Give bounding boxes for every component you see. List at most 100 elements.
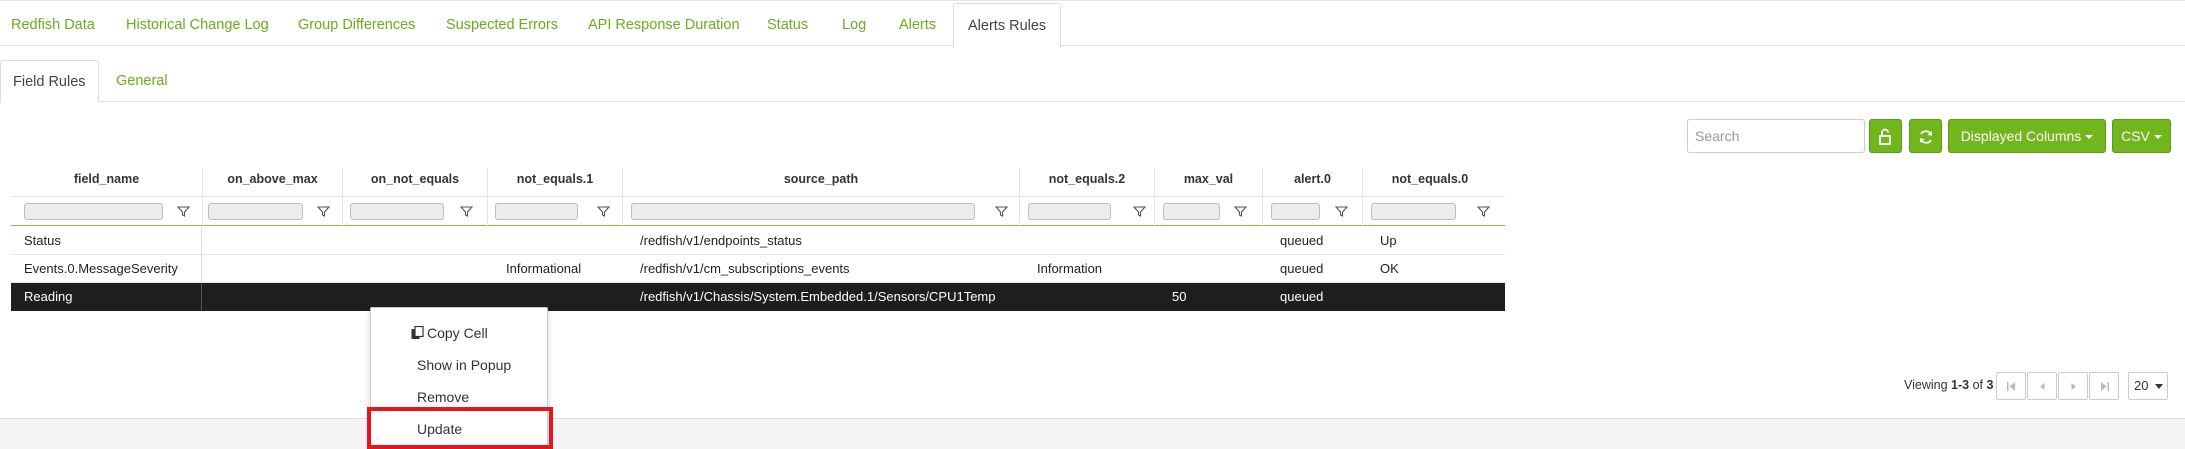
tab-field-rules[interactable]: Field Rules bbox=[0, 60, 99, 103]
filter-cell bbox=[11, 197, 202, 226]
funnel-icon[interactable] bbox=[317, 205, 330, 218]
column-header-not-equals-2[interactable]: not_equals.2 bbox=[1019, 168, 1154, 196]
pager-prefix: Viewing bbox=[1904, 378, 1952, 392]
column-header-not-equals-0[interactable]: not_equals.0 bbox=[1362, 168, 1497, 196]
funnel-icon[interactable] bbox=[460, 205, 473, 218]
menu-item-copy-cell[interactable]: Copy Cell bbox=[371, 317, 547, 349]
pager-status: Viewing 1-3 of 3 bbox=[1904, 378, 1993, 392]
unlock-button[interactable] bbox=[1869, 119, 1902, 153]
refresh-button[interactable] bbox=[1909, 119, 1942, 153]
funnel-icon[interactable] bbox=[177, 205, 190, 218]
funnel-icon[interactable] bbox=[1335, 205, 1348, 218]
tab-api-response-duration[interactable]: API Response Duration bbox=[588, 3, 740, 47]
tab-alerts-rules[interactable]: Alerts Rules bbox=[953, 3, 1062, 48]
last-page-icon bbox=[2101, 382, 2109, 391]
filter-input[interactable] bbox=[208, 203, 303, 220]
table-row-selected[interactable]: Reading /redfish/v1/Chassis/System.Embed… bbox=[11, 283, 1505, 311]
table-row[interactable]: Status /redfish/v1/endpoints_status queu… bbox=[11, 227, 1505, 255]
highlight-box bbox=[367, 407, 553, 449]
filter-cell bbox=[1154, 197, 1262, 226]
tab-log[interactable]: Log bbox=[842, 3, 866, 47]
filter-input[interactable] bbox=[1028, 203, 1111, 220]
filter-input[interactable] bbox=[631, 203, 975, 220]
cell-field-name[interactable]: Status bbox=[24, 227, 61, 255]
menu-item-show-in-popup[interactable]: Show in Popup bbox=[371, 349, 547, 381]
funnel-icon[interactable] bbox=[1477, 205, 1490, 218]
cell-alert-0[interactable]: queued bbox=[1280, 255, 1323, 283]
tab-redfish-data[interactable]: Redfish Data bbox=[11, 3, 95, 47]
csv-label: CSV bbox=[2121, 128, 2150, 144]
filter-input[interactable] bbox=[350, 203, 444, 220]
page-size-value: 20 bbox=[2134, 378, 2149, 393]
filter-cell bbox=[622, 197, 1019, 226]
column-header-max-val[interactable]: max_val bbox=[1154, 168, 1262, 196]
column-header-on-not-equals[interactable]: on_not_equals bbox=[342, 168, 487, 196]
funnel-icon[interactable] bbox=[1133, 205, 1146, 218]
column-header-alert-0[interactable]: alert.0 bbox=[1262, 168, 1362, 196]
filter-cell bbox=[487, 197, 622, 226]
cell-max-val[interactable]: 50 bbox=[1172, 283, 1186, 311]
displayed-columns-button[interactable]: Displayed Columns bbox=[1948, 119, 2106, 153]
tab-group-differences[interactable]: Group Differences bbox=[298, 3, 415, 47]
search-input[interactable] bbox=[1687, 119, 1865, 153]
cell-source-path[interactable]: /redfish/v1/Chassis/System.Embedded.1/Se… bbox=[640, 283, 996, 311]
csv-button[interactable]: CSV bbox=[2112, 119, 2171, 153]
pager-range: 1-3 bbox=[1951, 378, 1970, 392]
chevron-right-icon bbox=[2071, 383, 2076, 390]
filter-input[interactable] bbox=[1163, 203, 1220, 220]
chevron-down-icon bbox=[2153, 135, 2162, 140]
menu-item-label: Copy Cell bbox=[427, 325, 488, 341]
pager-total: 3 bbox=[1986, 378, 1994, 392]
unlock-icon bbox=[1878, 128, 1891, 146]
filter-row bbox=[11, 196, 1505, 226]
tab-general[interactable]: General bbox=[116, 60, 168, 102]
column-header-source-path[interactable]: source_path bbox=[622, 168, 1019, 196]
filter-cell bbox=[1019, 197, 1154, 226]
filter-input[interactable] bbox=[1371, 203, 1456, 220]
last-page-button[interactable] bbox=[2089, 372, 2119, 400]
cell-field-name[interactable]: Reading bbox=[24, 283, 72, 311]
filter-cell bbox=[202, 197, 342, 226]
cell-source-path[interactable]: /redfish/v1/cm_subscriptions_events bbox=[640, 255, 850, 283]
column-header-on-above-max[interactable]: on_above_max bbox=[202, 168, 342, 196]
next-page-button[interactable] bbox=[2058, 372, 2088, 400]
column-header-not-equals-1[interactable]: not_equals.1 bbox=[487, 168, 622, 196]
funnel-icon[interactable] bbox=[995, 205, 1008, 218]
tab-status[interactable]: Status bbox=[767, 3, 808, 47]
cell-alert-0[interactable]: queued bbox=[1280, 227, 1323, 255]
refresh-icon bbox=[1919, 130, 1932, 144]
cell-alert-0[interactable]: queued bbox=[1280, 283, 1323, 311]
column-divider bbox=[201, 255, 202, 283]
chevron-down-icon bbox=[2155, 384, 2163, 389]
column-divider bbox=[201, 227, 202, 255]
cell-source-path[interactable]: /redfish/v1/endpoints_status bbox=[640, 227, 802, 255]
funnel-icon[interactable] bbox=[597, 205, 610, 218]
first-page-button[interactable] bbox=[1996, 372, 2026, 400]
panel-footer-area bbox=[0, 418, 2185, 449]
filter-input[interactable] bbox=[495, 203, 578, 220]
sub-tab-bar: Field Rules General bbox=[0, 58, 2185, 103]
filter-cell bbox=[342, 197, 487, 226]
page-size-select[interactable]: 20 bbox=[2128, 372, 2168, 400]
filter-cell bbox=[1262, 197, 1362, 226]
tab-suspected-errors[interactable]: Suspected Errors bbox=[446, 3, 558, 47]
copy-icon bbox=[411, 326, 424, 339]
previous-page-button[interactable] bbox=[2027, 372, 2057, 400]
filter-input[interactable] bbox=[24, 203, 163, 220]
cell-not-equals-2[interactable]: Information bbox=[1037, 255, 1102, 283]
cell-not-equals-0[interactable]: OK bbox=[1380, 255, 1399, 283]
filter-input[interactable] bbox=[1271, 203, 1320, 220]
first-page-icon bbox=[2007, 382, 2015, 391]
cell-not-equals-0[interactable]: Up bbox=[1380, 227, 1397, 255]
column-header-field-name[interactable]: field_name bbox=[11, 168, 202, 196]
tab-alerts[interactable]: Alerts bbox=[899, 3, 936, 47]
cell-field-name[interactable]: Events.0.MessageSeverity bbox=[24, 255, 178, 283]
displayed-columns-label: Displayed Columns bbox=[1960, 128, 2082, 144]
tab-historical-change-log[interactable]: Historical Change Log bbox=[126, 3, 269, 47]
table-row[interactable]: Events.0.MessageSeverity Informational /… bbox=[11, 255, 1505, 283]
chevron-left-icon bbox=[2040, 383, 2045, 390]
cell-not-equals-1[interactable]: Informational bbox=[506, 255, 581, 283]
funnel-icon[interactable] bbox=[1234, 205, 1247, 218]
chevron-down-icon bbox=[2085, 135, 2094, 140]
pager-of: of bbox=[1969, 378, 1987, 392]
